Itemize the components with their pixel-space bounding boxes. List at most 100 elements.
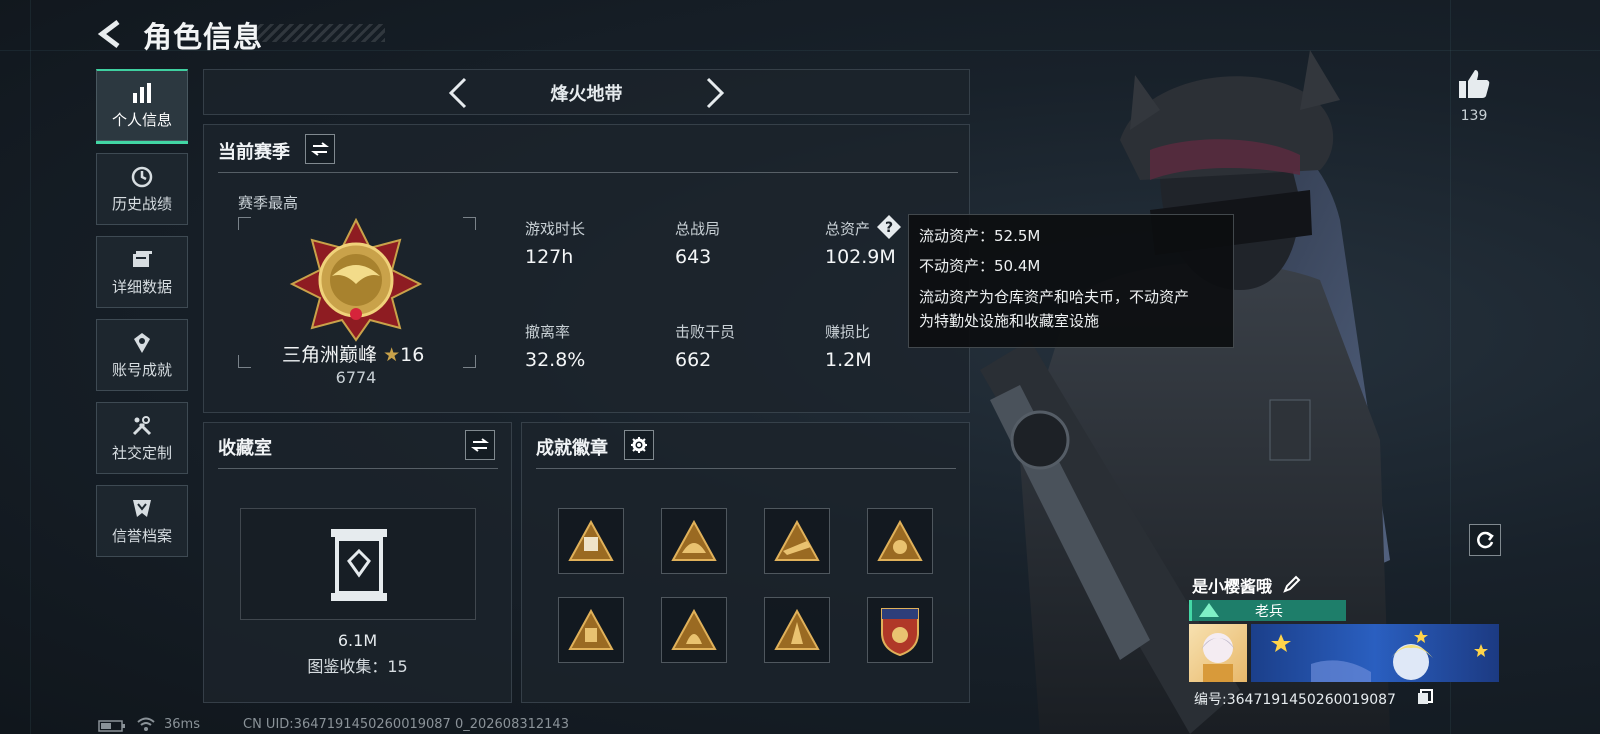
collection-catalog: 图鉴收集：15 <box>307 657 408 676</box>
nav-item-details[interactable]: 详细数据 <box>96 236 188 308</box>
avatar-portrait-icon <box>1201 633 1235 682</box>
badge-triangle-icon <box>568 608 614 650</box>
chevron-right-icon[interactable] <box>704 76 726 110</box>
badge-triangle-icon <box>774 519 820 561</box>
stat-value-kills: 662 <box>675 349 712 371</box>
refresh-icon <box>1477 531 1494 549</box>
nav-item-label: 社交定制 <box>111 443 172 462</box>
stat-value-extract-rate: 32.8% <box>525 349 586 371</box>
nav-item-credit[interactable]: 信誉档案 <box>96 485 188 557</box>
rank-score: 6774 <box>335 368 377 387</box>
collection-display[interactable] <box>240 508 476 620</box>
player-title-badge: 老兵 <box>1189 600 1346 621</box>
achievement-badge[interactable] <box>867 508 933 574</box>
avatar[interactable] <box>1189 624 1247 682</box>
achievement-badge[interactable] <box>867 597 933 663</box>
stat-label-matches: 总战局 <box>675 220 721 238</box>
stat-label-kills: 击败干员 <box>675 323 736 341</box>
rank-name-text: 三角洲巅峰 <box>282 344 378 366</box>
tooltip-liquid-assets: 流动资产：52.5M <box>919 227 1041 245</box>
achievement-badge[interactable] <box>558 597 624 663</box>
starry-banner-art-icon <box>1271 630 1488 682</box>
achievement-badge[interactable] <box>661 597 727 663</box>
stat-value-total-assets: 102.9M <box>825 246 896 268</box>
nav-item-label: 历史战绩 <box>111 194 172 213</box>
title-decoration <box>255 24 385 42</box>
tools-icon <box>132 415 152 435</box>
mode-selector: 烽火地带 <box>203 69 970 115</box>
thumbs-up-icon[interactable] <box>1457 68 1491 100</box>
badge-triangle-icon <box>671 519 717 561</box>
badge-triangle-icon <box>568 519 614 561</box>
nav-item-label: 信誉档案 <box>111 526 172 545</box>
player-title: 老兵 <box>1255 604 1283 620</box>
nav-item-label: 账号成就 <box>111 360 172 379</box>
star-icon: ★ <box>383 344 401 366</box>
display-case-icon <box>331 529 387 601</box>
rank-name: 三角洲巅峰 ★16 <box>282 340 424 367</box>
profile-banner[interactable] <box>1251 624 1499 682</box>
tooltip-description-line: 为特勤处设施和收藏室设施 <box>919 312 1100 330</box>
nav-item-label: 详细数据 <box>111 277 172 296</box>
stat-label-profit-loss: 赚损比 <box>825 323 871 341</box>
collection-title: 收藏室 <box>218 438 272 459</box>
nav-item-history[interactable]: 历史战绩 <box>96 153 188 225</box>
player-name: 是小樱酱哦 <box>1192 577 1273 596</box>
edit-pencil-icon[interactable] <box>1282 574 1302 594</box>
frame-corner <box>463 355 476 368</box>
ping-text: 36ms <box>164 717 200 732</box>
svg-text:?: ? <box>885 220 893 236</box>
nav-item-label: 个人信息 <box>111 111 172 129</box>
gear-icon <box>631 437 647 453</box>
badge-triangle-icon <box>877 519 923 561</box>
stat-label-total-assets: 总资产 <box>825 220 871 238</box>
folder-icon <box>133 250 152 267</box>
divider <box>218 172 958 173</box>
stat-value-matches: 643 <box>675 246 712 268</box>
achievement-badge[interactable] <box>661 508 727 574</box>
achievement-badge[interactable] <box>764 597 830 663</box>
refresh-button[interactable] <box>1469 524 1501 556</box>
assets-tooltip: 流动资产：52.5M 不动资产：50.4M 流动资产为仓库资产和哈夫币，不动资产… <box>908 214 1234 348</box>
player-uid: 编号:3647191450260019087 <box>1194 692 1396 708</box>
season-title: 当前赛季 <box>218 142 290 163</box>
nav-item-achievements[interactable]: 账号成就 <box>96 319 188 391</box>
credit-shield-icon <box>133 499 151 517</box>
like-count: 139 <box>1460 108 1488 124</box>
grid-line <box>30 0 31 734</box>
bar-chart-icon <box>133 83 151 103</box>
swap-icon <box>311 142 329 156</box>
stat-label-playtime: 游戏时长 <box>525 220 586 238</box>
badge-triangle-icon <box>774 608 820 650</box>
season-best-label: 赛季最高 <box>238 194 299 212</box>
frame-corner <box>238 355 251 368</box>
divider <box>536 468 956 469</box>
page-title: 角色信息 <box>143 20 264 54</box>
badge-triangle-icon <box>671 608 717 650</box>
frame-corner <box>463 217 476 230</box>
collection-value: 6.1M <box>337 631 378 650</box>
wifi-icon <box>137 717 155 731</box>
rank-stars: 16 <box>400 344 425 366</box>
collection-switch-button[interactable] <box>465 430 495 460</box>
battery-icon <box>98 720 125 732</box>
copy-icon[interactable] <box>1416 688 1434 706</box>
swap-icon <box>471 438 489 452</box>
achievement-badge[interactable] <box>558 508 624 574</box>
achievements-settings-button[interactable] <box>624 430 654 460</box>
medal-icon <box>134 332 150 353</box>
nav-item-social[interactable]: 社交定制 <box>96 402 188 474</box>
nav-item-personal-info[interactable]: 个人信息 <box>96 69 188 144</box>
divider <box>218 468 498 469</box>
rank-emblem-icon <box>289 218 423 342</box>
tooltip-description: 流动资产为仓库资产和哈夫币，不动资产 为特勤处设施和收藏室设施 <box>919 285 1223 333</box>
help-question-icon[interactable]: ? <box>876 214 902 240</box>
stat-value-profit-loss: 1.2M <box>825 349 872 371</box>
badge-shield-icon <box>881 608 919 657</box>
uid-footer-text: CN UID:3647191450260019087 0_20260831214… <box>243 717 569 732</box>
tooltip-description-line: 流动资产为仓库资产和哈夫币，不动资产 <box>919 288 1190 306</box>
achievements-title: 成就徽章 <box>536 438 608 459</box>
achievement-badge[interactable] <box>764 508 830 574</box>
back-arrow-icon[interactable] <box>96 18 128 50</box>
switch-season-button[interactable] <box>305 134 335 164</box>
